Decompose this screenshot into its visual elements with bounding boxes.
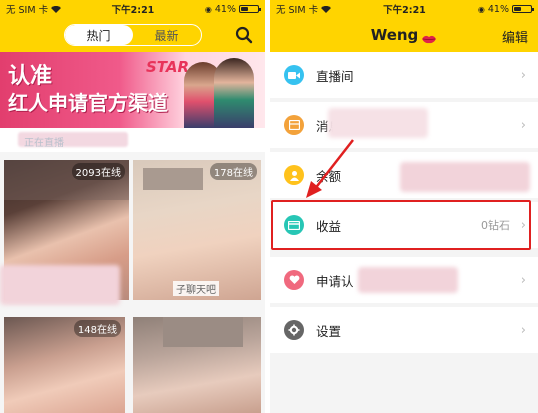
viewer-count-badge: 2093在线 — [71, 163, 125, 180]
clock-time: 下午2:21 — [111, 5, 155, 16]
tab-hot[interactable]: 热门 — [64, 25, 133, 45]
viewer-count-badge: 178在线 — [209, 163, 257, 180]
right-screen: 无 SIM 卡 下午2:21 ◉ 41% Weng 编辑 直播间 › › 余额 … — [270, 0, 538, 413]
live-card[interactable]: 178在线 子聊天吧 — [133, 160, 261, 300]
top-nav: 热门 最新 — [0, 18, 265, 52]
blurred-region — [143, 168, 203, 190]
banner-model-image — [214, 58, 254, 128]
banner-line-1: 认准 — [8, 64, 53, 89]
blurred-region — [163, 317, 243, 347]
promo-banner[interactable]: 认准 红人申请官方渠道 STAR — [0, 52, 265, 128]
left-screen: 无 SIM 卡 下午2:21 ◉ 41% 热门 最新 认准 红人申请官方渠道 S… — [0, 0, 265, 413]
section-header: 正在直播 — [0, 128, 265, 152]
tab-switcher: 热门 最新 — [63, 24, 202, 46]
rotation-lock-icon: ◉ — [204, 4, 212, 14]
battery-icon — [238, 5, 261, 13]
wifi-icon — [51, 5, 62, 13]
live-card[interactable] — [133, 317, 261, 413]
banner-star-text: STAR — [146, 58, 190, 76]
battery-level — [240, 7, 248, 11]
blurred-region — [0, 265, 120, 305]
pointer-arrow-icon — [306, 139, 354, 198]
tab-latest[interactable]: 最新 — [133, 25, 201, 45]
battery-percent: 41% — [214, 3, 236, 15]
carrier-label: 无 SIM 卡 — [6, 5, 49, 16]
viewer-count-badge: 148在线 — [73, 320, 121, 337]
status-bar: 无 SIM 卡 下午2:21 ◉ 41% — [0, 0, 265, 18]
card-caption: 子聊天吧 — [173, 281, 219, 296]
banner-headline: 认准 红人申请官方渠道 — [8, 64, 168, 116]
search-icon[interactable] — [235, 26, 253, 44]
section-label: 正在直播 — [24, 138, 64, 149]
live-card[interactable]: 148在线 — [4, 317, 125, 413]
banner-line-2: 红人申请官方渠道 — [8, 91, 168, 115]
